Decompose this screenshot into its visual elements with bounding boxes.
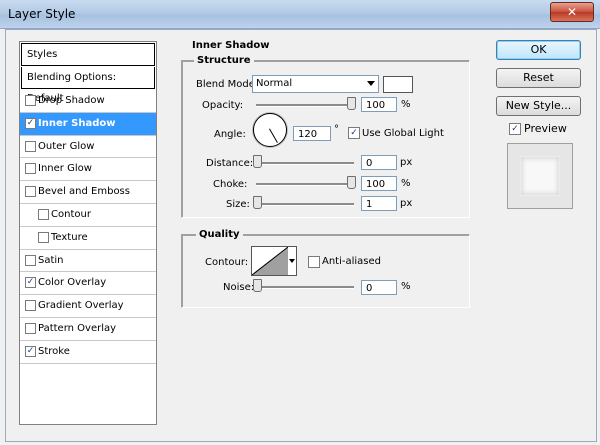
style-item-contour[interactable]: Contour <box>20 204 156 227</box>
size-slider-thumb[interactable] <box>253 196 262 209</box>
style-item-checkbox[interactable] <box>25 322 36 334</box>
style-item-checkbox[interactable]: ✓ <box>25 345 36 357</box>
style-item-inner-glow[interactable]: Inner Glow <box>20 158 156 182</box>
opacity-unit: % <box>401 99 411 110</box>
style-item-label: Inner Glow <box>38 163 92 175</box>
style-item-checkbox[interactable] <box>25 163 36 175</box>
section-title: Inner Shadow <box>189 40 273 51</box>
chevron-down-icon <box>367 81 375 86</box>
style-item-checkbox[interactable] <box>38 208 49 220</box>
blend-mode-label: Blend Mode: <box>196 79 259 90</box>
use-global-light-label: Use Global Light <box>362 128 444 139</box>
style-item-label: Color Overlay <box>38 277 107 289</box>
structure-title: Structure <box>194 55 254 66</box>
distance-label: Distance: <box>206 158 254 169</box>
styles-header[interactable]: Styles <box>21 43 155 66</box>
new-style-button[interactable]: New Style... <box>496 96 581 116</box>
blend-mode-select[interactable]: Normal <box>252 75 379 93</box>
style-item-label: Bevel and Emboss <box>38 186 130 198</box>
noise-slider-track[interactable] <box>256 286 354 289</box>
style-item-checkbox[interactable] <box>25 140 36 152</box>
contour-dropdown[interactable] <box>288 246 297 276</box>
layer-style-dialog: Styles Blending Options: Default Drop Sh… <box>5 29 597 442</box>
styles-list: Styles Blending Options: Default Drop Sh… <box>19 41 157 425</box>
angle-unit: ° <box>334 124 339 135</box>
window-title: Layer Style <box>8 7 76 21</box>
choke-label: Choke: <box>213 179 248 190</box>
style-item-label: Gradient Overlay <box>38 300 124 312</box>
distance-slider-thumb[interactable] <box>253 155 262 168</box>
anti-aliased-checkbox[interactable] <box>308 256 320 268</box>
style-item-label: Contour <box>51 208 91 220</box>
style-item-label: Outer Glow <box>38 140 95 152</box>
anti-aliased-label: Anti-aliased <box>322 256 382 267</box>
style-item-label: Stroke <box>38 345 70 357</box>
opacity-label: Opacity: <box>202 100 244 111</box>
style-item-satin[interactable]: Satin <box>20 250 156 273</box>
choke-slider-thumb[interactable] <box>347 176 356 189</box>
choke-unit: % <box>401 178 411 189</box>
chevron-down-icon <box>289 259 295 263</box>
use-global-light-checkbox[interactable]: ✓ <box>348 127 360 139</box>
angle-dial-hand <box>269 128 278 143</box>
style-item-drop-shadow[interactable]: Drop Shadow <box>20 90 156 113</box>
style-item-label: Pattern Overlay <box>38 322 117 334</box>
opacity-slider-thumb[interactable] <box>347 97 356 110</box>
opacity-slider-track[interactable] <box>256 104 354 107</box>
blend-mode-value: Normal <box>256 78 293 89</box>
choke-slider-track[interactable] <box>256 183 354 186</box>
quality-group <box>181 234 470 308</box>
title-bar: Layer Style ✕ <box>0 0 600 29</box>
reset-button[interactable]: Reset <box>496 68 581 88</box>
noise-input[interactable]: 0 <box>361 280 397 295</box>
style-preview <box>507 143 573 209</box>
angle-label: Angle: <box>214 129 246 140</box>
style-item-color-overlay[interactable]: ✓ Color Overlay <box>20 272 156 296</box>
style-item-checkbox[interactable]: ✓ <box>25 117 36 129</box>
distance-input[interactable]: 0 <box>361 155 397 170</box>
close-button[interactable]: ✕ <box>550 2 594 22</box>
style-item-checkbox[interactable] <box>25 95 36 106</box>
angle-input[interactable]: 120 <box>293 126 331 141</box>
size-label: Size: <box>226 199 250 210</box>
contour-label: Contour: <box>205 257 249 268</box>
style-item-inner-shadow[interactable]: ✓ Inner Shadow <box>20 112 156 136</box>
choke-input[interactable]: 100 <box>361 176 397 191</box>
angle-dial[interactable] <box>253 113 287 147</box>
distance-slider-track[interactable] <box>256 162 354 165</box>
style-item-checkbox[interactable]: ✓ <box>25 277 36 289</box>
style-preview-swatch <box>520 156 560 196</box>
style-item-label: Satin <box>38 254 64 266</box>
noise-slider-thumb[interactable] <box>253 279 262 292</box>
style-item-label: Texture <box>51 231 88 243</box>
style-item-label: Inner Shadow <box>38 117 116 129</box>
contour-picker[interactable] <box>251 246 289 276</box>
noise-unit: % <box>401 281 411 292</box>
style-item-pattern-overlay[interactable]: Pattern Overlay <box>20 318 156 341</box>
style-item-texture[interactable]: Texture <box>20 227 156 250</box>
style-item-gradient-overlay[interactable]: Gradient Overlay <box>20 295 156 318</box>
style-item-outer-glow[interactable]: Outer Glow <box>20 136 156 159</box>
contour-curve-icon <box>252 247 288 275</box>
noise-label: Noise: <box>223 282 255 293</box>
quality-title: Quality <box>196 229 243 240</box>
style-item-checkbox[interactable] <box>38 231 49 243</box>
style-item-checkbox[interactable] <box>25 254 36 266</box>
style-item-bevel-and-emboss[interactable]: Bevel and Emboss <box>20 181 156 204</box>
style-item-checkbox[interactable] <box>25 300 36 312</box>
ok-button[interactable]: OK <box>496 40 581 60</box>
shadow-color-swatch[interactable] <box>383 76 413 93</box>
style-item-stroke[interactable]: ✓ Stroke <box>20 341 156 364</box>
size-input[interactable]: 1 <box>361 196 397 211</box>
preview-label: Preview <box>524 122 567 135</box>
style-item-label: Drop Shadow <box>38 95 105 106</box>
distance-unit: px <box>400 157 413 168</box>
size-slider-track[interactable] <box>256 203 354 206</box>
blending-options-item[interactable]: Blending Options: Default <box>21 67 155 104</box>
style-item-checkbox[interactable] <box>25 186 36 198</box>
size-unit: px <box>400 198 413 209</box>
opacity-input[interactable]: 100 <box>361 97 397 112</box>
preview-checkbox[interactable]: ✓ <box>509 123 521 135</box>
